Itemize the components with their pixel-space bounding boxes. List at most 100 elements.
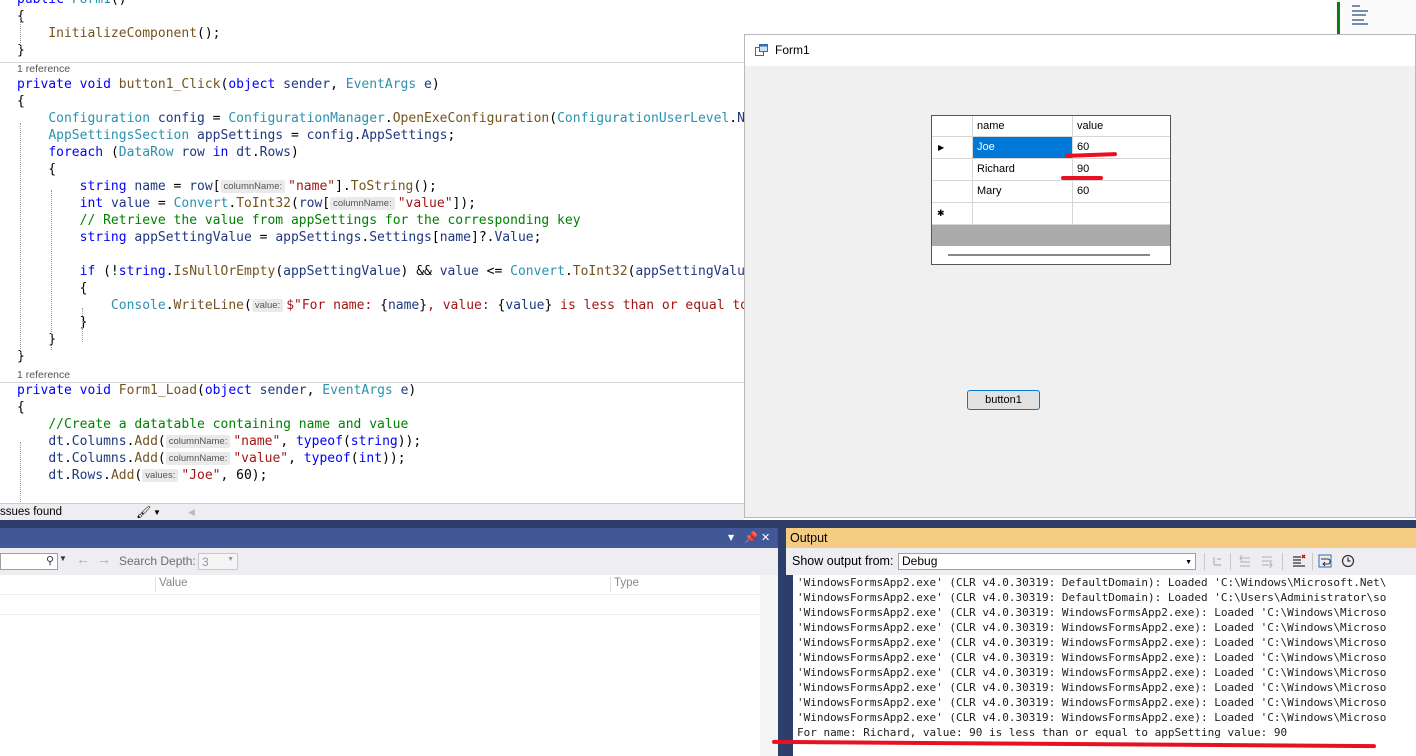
grid-horizontal-scrollbar[interactable] xyxy=(932,246,1170,264)
code-line: } xyxy=(17,314,88,331)
grid-corner-header[interactable] xyxy=(932,116,973,137)
code-token: ; xyxy=(447,128,456,143)
search-depth-select[interactable]: 3 ▼ xyxy=(198,553,238,570)
scroll-left-icon[interactable]: ◀ xyxy=(188,504,195,521)
code-line: { xyxy=(17,161,56,178)
row-header-current[interactable]: ▶ xyxy=(932,137,973,159)
form-app-icon xyxy=(755,44,768,56)
row-header[interactable] xyxy=(932,159,973,181)
grid-cell-name[interactable]: Richard xyxy=(973,159,1073,181)
output-toolbar: Show output from: Debug ▼ xyxy=(786,548,1416,575)
row-header-new[interactable]: ✱ xyxy=(932,203,973,225)
column-header-name[interactable]: name xyxy=(973,116,1073,137)
form1-titlebar[interactable]: Form1 xyxy=(745,35,1415,66)
indent-guide xyxy=(51,190,52,350)
code-token: // Retrieve the value from appSettings f… xyxy=(79,213,581,228)
previous-message-icon[interactable] xyxy=(1238,554,1252,568)
next-message-icon[interactable] xyxy=(1260,554,1274,568)
output-source-select[interactable]: Debug ▼ xyxy=(898,553,1196,570)
output-line: 'WindowsFormsApp2.exe' (CLR v4.0.30319: … xyxy=(797,576,1387,589)
column-divider[interactable] xyxy=(610,577,611,592)
indent-guide xyxy=(20,17,21,47)
output-panel: Output Show output from: Debug ▼ 'Window… xyxy=(786,528,1416,756)
chevron-down-icon[interactable]: ▼ xyxy=(153,504,161,521)
code-token: appSettingValue xyxy=(283,264,401,279)
code-line: dt.Rows.Add(values: "Joe", 60); xyxy=(17,467,267,484)
code-token: . xyxy=(228,196,237,211)
code-token: //Create a datatable containing name and… xyxy=(48,417,409,432)
code-token: Add xyxy=(110,468,135,483)
column-header-value[interactable]: value xyxy=(1073,116,1170,137)
code-line: Configuration config = ConfigurationMana… xyxy=(17,110,744,127)
search-forward-icon[interactable]: → xyxy=(97,551,111,567)
code-token: dt xyxy=(48,451,64,466)
column-header-type[interactable]: Type xyxy=(614,577,639,589)
button1[interactable]: button1 xyxy=(967,390,1040,410)
code-token: is less than or equal to appSetting valu… xyxy=(560,298,744,313)
code-token: ConfigurationUserLevel xyxy=(557,111,730,126)
data-grid-view[interactable]: name value ▶ Joe 60 Richard 90 Mary 60 ✱ xyxy=(931,115,1171,265)
code-token: , value: xyxy=(427,298,498,313)
code-token: OpenExeConfiguration xyxy=(392,111,550,126)
code-editor[interactable]: public Form1(){ InitializeComponent();}1… xyxy=(0,0,744,503)
code-token: ( xyxy=(134,468,143,483)
column-divider[interactable] xyxy=(155,577,156,592)
code-token: ) xyxy=(431,77,440,92)
reference-count-lens[interactable]: 1 reference xyxy=(17,62,70,76)
code-token: [ xyxy=(322,196,331,211)
chevron-down-icon: ▼ xyxy=(1185,559,1192,566)
code-token: value xyxy=(110,196,151,211)
output-text[interactable]: 'WindowsFormsApp2.exe' (CLR v4.0.30319: … xyxy=(786,575,1416,756)
watch-vertical-scrollbar[interactable] xyxy=(760,575,778,756)
grid-cell-new[interactable] xyxy=(973,203,1073,225)
close-icon[interactable]: ✕ xyxy=(761,530,770,546)
window-position-icon[interactable]: ▼ xyxy=(728,530,734,546)
grid-cell-name[interactable]: Joe xyxy=(973,137,1073,159)
grid-cell-value[interactable]: 60 xyxy=(1073,181,1170,203)
code-token: dt xyxy=(48,468,64,483)
code-token: = xyxy=(150,196,174,211)
search-depth-label: Search Depth: xyxy=(119,554,196,568)
code-token: . xyxy=(103,468,111,483)
output-vertical-scrollbar[interactable] xyxy=(786,575,793,756)
panel-splitter[interactable] xyxy=(778,528,786,756)
code-token: row xyxy=(189,179,213,194)
code-token: config xyxy=(306,128,354,143)
search-back-icon[interactable]: ← xyxy=(76,551,90,567)
pin-icon[interactable]: 📌 xyxy=(744,530,758,546)
find-message-icon[interactable] xyxy=(1211,554,1225,568)
code-line: dt.Columns.Add(columnName: "value", typeo… xyxy=(17,450,405,467)
code-token: Value xyxy=(494,230,534,245)
word-wrap-icon[interactable] xyxy=(1318,554,1332,568)
row-header[interactable] xyxy=(932,181,973,203)
toolbar-separator xyxy=(1230,553,1231,570)
code-token: { xyxy=(17,281,88,296)
reference-count-lens[interactable]: 1 reference xyxy=(17,368,70,382)
clear-all-icon[interactable] xyxy=(1292,554,1306,568)
clock-icon[interactable] xyxy=(1341,554,1355,568)
issues-status[interactable]: ssues found xyxy=(0,504,62,521)
code-token: . xyxy=(165,264,174,279)
code-token: { xyxy=(17,162,57,177)
code-token: Convert xyxy=(510,264,565,279)
column-header-value[interactable]: Value xyxy=(159,577,188,589)
code-minimap[interactable] xyxy=(1336,0,1416,36)
chevron-down-icon: ▼ xyxy=(227,556,234,563)
search-options-chevron-icon[interactable]: ▼ xyxy=(59,554,67,563)
broom-icon[interactable]: 🖌 xyxy=(136,504,151,521)
search-input[interactable]: ⚲ xyxy=(0,553,58,570)
grid-cell-name[interactable]: Mary xyxy=(973,181,1073,203)
toolbar-separator xyxy=(1312,553,1313,570)
code-token: (! xyxy=(103,264,119,279)
code-token: in xyxy=(212,145,237,160)
panel-divider xyxy=(0,520,1416,528)
watch-panel: ▼ 📌 ✕ ⚲ ▼ ← → Search Depth: 3 ▼ Value Ty… xyxy=(0,528,778,756)
grid-cell-new[interactable] xyxy=(1073,203,1170,225)
code-token: appSettings xyxy=(275,230,362,245)
